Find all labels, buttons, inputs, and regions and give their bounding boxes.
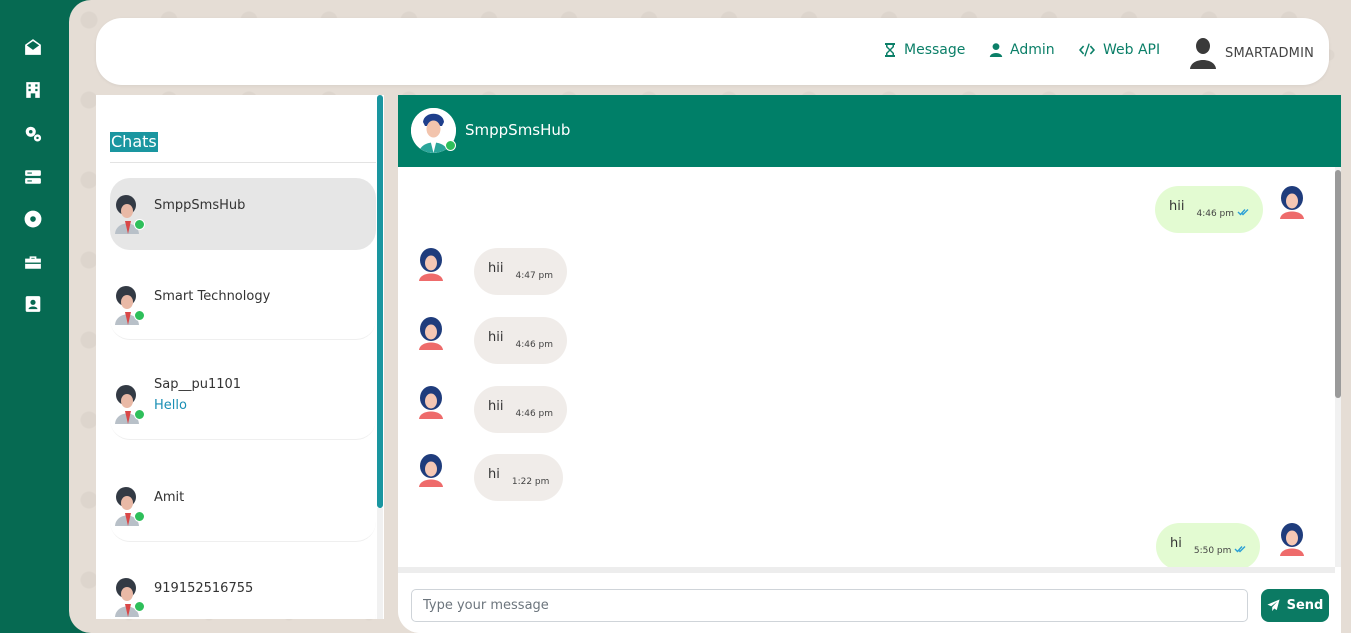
user-name: SMARTADMIN: [1225, 45, 1315, 61]
contact-avatar-icon: [419, 317, 443, 350]
incoming-message: hi 1:22 pm: [474, 454, 564, 501]
send-button-label: Send: [1286, 598, 1324, 613]
outgoing-message: hii 4:46 pm: [1155, 186, 1264, 233]
user-icon: [989, 43, 1003, 57]
hourglass-icon: [885, 43, 895, 57]
conversation-panel: SmppSmsHub hii 4:46 pm hii 4:47 pm hii 4…: [398, 95, 1341, 633]
chat-name: SmppSmsHub: [154, 198, 246, 213]
sidebar: [0, 0, 70, 633]
online-status-dot: [134, 219, 145, 230]
online-status-dot: [134, 601, 145, 612]
message-input[interactable]: [411, 589, 1248, 622]
id-badge-icon[interactable]: [24, 295, 42, 313]
message-time: 4:46 pm: [515, 408, 554, 419]
contact-avatar-icon: [419, 454, 443, 487]
message-time: 4:46 pm: [1196, 208, 1249, 219]
chats-title: Chats: [110, 132, 158, 152]
nav-admin-label: Admin: [1010, 42, 1055, 58]
online-status-dot: [134, 511, 145, 522]
my-avatar-icon: [1280, 186, 1304, 219]
message-time: 1:22 pm: [511, 476, 550, 487]
main-area: Message Admin Web API SMARTADMIN Chats S…: [69, 0, 1351, 633]
message-time: 4:46 pm: [515, 339, 554, 350]
contact-avatar-icon: [419, 386, 443, 419]
chat-preview: Hello: [154, 398, 187, 413]
my-avatar-icon: [1280, 523, 1304, 556]
contact-avatar-icon: [419, 248, 443, 281]
chat-list-item[interactable]: Sap__pu1101 Hello: [110, 368, 376, 440]
chat-list-scrollbar[interactable]: [377, 95, 383, 508]
chat-name: Amit: [154, 490, 185, 505]
chat-list-panel: Chats SmppSmsHub Smart Technology Sap__p…: [96, 95, 384, 619]
user-menu[interactable]: SMARTADMIN: [1188, 37, 1314, 69]
server-icon[interactable]: [24, 168, 42, 186]
code-icon: [1079, 43, 1095, 57]
outgoing-message: hi 5:50 pm: [1156, 523, 1261, 570]
divider: [110, 162, 376, 163]
double-check-icon: [1234, 545, 1246, 556]
message-text: hi: [488, 467, 500, 482]
conversation-header: SmppSmsHub: [398, 95, 1341, 167]
incoming-message: hii 4:46 pm: [474, 317, 568, 364]
message-text: hii: [488, 399, 504, 414]
message-time: 4:47 pm: [515, 270, 554, 281]
toolbox-icon[interactable]: [24, 253, 42, 271]
chat-list-item[interactable]: SmppSmsHub: [110, 178, 376, 250]
building-icon[interactable]: [24, 81, 42, 99]
envelope-open-icon[interactable]: [24, 38, 42, 56]
message-text: hii: [488, 330, 504, 345]
message-text: hi: [1170, 536, 1182, 551]
message-list: hii 4:46 pm hii 4:47 pm hii 4:46 pm hii …: [398, 167, 1333, 570]
online-status-dot: [445, 140, 456, 151]
nav-web-api-link[interactable]: Web API: [1078, 42, 1160, 58]
compose-bar: Send: [398, 573, 1341, 633]
chat-list-scroll-track[interactable]: [377, 508, 383, 619]
chat-name: Smart Technology: [154, 289, 271, 304]
dot-circle-icon[interactable]: [24, 210, 42, 228]
double-check-icon: [1237, 208, 1249, 219]
chat-name: Sap__pu1101: [154, 377, 242, 392]
chat-list-item[interactable]: 919152516755: [110, 561, 376, 619]
chat-list-item[interactable]: Amit: [110, 470, 376, 542]
user-avatar-icon: [1190, 38, 1216, 69]
message-scrollbar[interactable]: [1335, 170, 1341, 398]
nav-message-link[interactable]: Message: [883, 42, 965, 58]
online-status-dot: [134, 310, 145, 321]
message-text: hii: [488, 261, 504, 276]
cogs-icon[interactable]: [24, 125, 42, 143]
send-button[interactable]: Send: [1261, 589, 1329, 622]
chat-name: 919152516755: [154, 581, 254, 596]
message-time: 5:50 pm: [1194, 545, 1247, 556]
nav-web-api-label: Web API: [1103, 42, 1161, 58]
conversation-title: SmppSmsHub: [465, 121, 571, 139]
online-status-dot: [134, 409, 145, 420]
nav-admin-link[interactable]: Admin: [989, 42, 1055, 58]
paper-plane-icon: [1267, 599, 1280, 612]
message-text: hii: [1169, 199, 1185, 214]
chat-list-item[interactable]: Smart Technology: [110, 268, 376, 340]
incoming-message: hii 4:47 pm: [474, 248, 568, 295]
nav-message-label: Message: [904, 42, 966, 58]
top-navbar: Message Admin Web API SMARTADMIN: [96, 18, 1329, 85]
incoming-message: hii 4:46 pm: [474, 386, 568, 433]
